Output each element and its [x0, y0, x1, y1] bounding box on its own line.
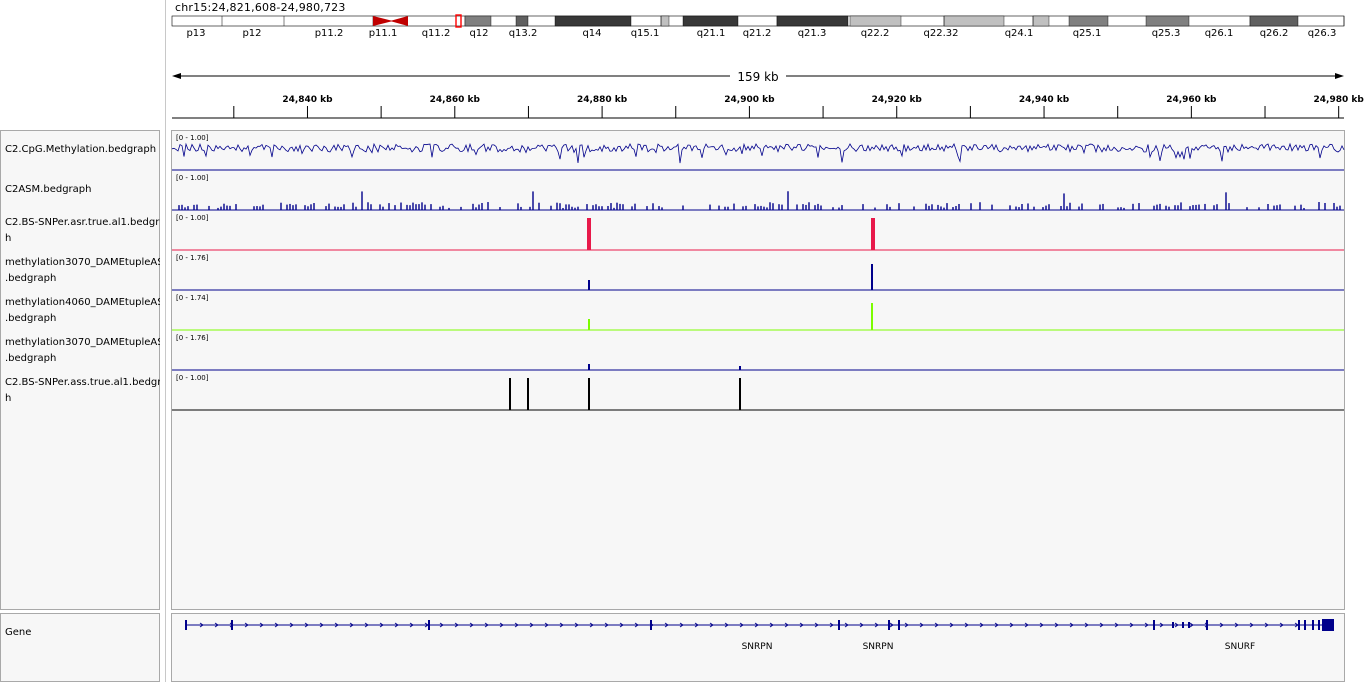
band-label: q25.3 [1152, 28, 1181, 39]
ideogram-band [660, 15, 670, 27]
gene-exon [1318, 620, 1320, 630]
span-label: 159 kb [737, 70, 778, 84]
ideogram-band [776, 15, 849, 27]
band-label: q15.1 [631, 28, 660, 39]
dame-bar [588, 364, 590, 370]
dame-bar [588, 319, 590, 330]
track-range-label: [0 - 1.00] [176, 174, 209, 182]
band-label: q22.32 [924, 28, 959, 39]
gene-label: SNURF [1225, 642, 1255, 652]
ideogram-band [849, 15, 902, 27]
data-tracks: [0 - 1.00] [0 - 1.00] [0 - 1.00] [0 - 1.76]… [171, 134, 1345, 411]
track-range-label: [0 - 1.00] [176, 374, 209, 382]
gene-exon [1304, 620, 1306, 630]
band-label: q21.3 [798, 28, 827, 39]
ideogram-band [1145, 15, 1190, 27]
ruler-tick-label: 24,960 kb [1166, 95, 1217, 105]
ideogram-band [682, 15, 739, 27]
gene-exon [1182, 622, 1184, 628]
band-label: q24.1 [1005, 28, 1034, 39]
gene-exon [650, 620, 652, 630]
track-range-label: [0 - 1.00] [176, 214, 209, 222]
band-label: q21.1 [697, 28, 726, 39]
band-label: q11.2 [422, 28, 451, 39]
band-label: q26.2 [1260, 28, 1289, 39]
span-arrow-right [1335, 73, 1344, 79]
ideogram-band [464, 15, 492, 27]
ruler-tick-label: 24,980 kb [1314, 95, 1364, 105]
band-label: q25.1 [1073, 28, 1102, 39]
band-label: q12 [469, 28, 488, 39]
gene-exon [1312, 620, 1314, 630]
gene-exon [1322, 619, 1334, 631]
band-label: q26.1 [1205, 28, 1234, 39]
span-arrow-left [172, 73, 181, 79]
ruler-tick-label: 24,920 kb [872, 95, 923, 105]
dame-bar [588, 280, 590, 290]
ruler-tick-label: 24,860 kb [430, 95, 481, 105]
ass-bar [739, 378, 741, 410]
asr-bar [587, 218, 591, 250]
gene-models: SNRPN SNRPN SNURF [185, 619, 1334, 652]
gene-exon [838, 620, 840, 630]
dame-bar [871, 303, 873, 330]
ass-bar [588, 378, 590, 410]
gene-label: SNRPN [742, 642, 773, 652]
band-label: p11.1 [369, 28, 398, 39]
band-label: q22.2 [861, 28, 890, 39]
gene-label: SNRPN [863, 642, 894, 652]
ruler: 159 kb 24,840 kb 24,860 kb 24,880 kb 24,900 … [172, 68, 1364, 119]
ideogram-band [943, 15, 1005, 27]
ideogram-band [1249, 15, 1299, 27]
ideogram-band [515, 15, 529, 27]
band-label: q21.2 [743, 28, 772, 39]
dame-bar [739, 366, 741, 370]
track-range-label: [0 - 1.76] [176, 334, 209, 342]
gene-exon [1188, 622, 1190, 628]
ruler-tick-label: 24,880 kb [577, 95, 628, 105]
gene-exon [1172, 622, 1174, 628]
band-label: p13 [186, 28, 205, 39]
track-range-label: [0 - 1.74] [176, 294, 209, 302]
track-range-label: [0 - 1.76] [176, 254, 209, 262]
ass-bar [527, 378, 529, 410]
band-label: q26.3 [1308, 28, 1337, 39]
dame-bar [871, 264, 873, 290]
gene-exon [1153, 620, 1155, 630]
chromosome-ideogram: p13 p12 p11.2 p11.1 q11.2 q12 q13.2 q14 q15.1 q21… [171, 14, 1345, 39]
genome-view: p13 p12 p11.2 p11.1 q11.2 q12 q13.2 q14 q15.1 q21… [171, 14, 1364, 652]
gene-exon [898, 620, 900, 630]
ideogram-band [1032, 15, 1050, 27]
band-label: q13.2 [509, 28, 538, 39]
band-label: p12 [242, 28, 261, 39]
ruler-tick-label: 24,900 kb [724, 95, 775, 105]
track-range-label: [0 - 1.00] [176, 134, 209, 142]
ruler-tick-label: 24,840 kb [282, 95, 333, 105]
ruler-tick-label: 24,940 kb [1019, 95, 1070, 105]
band-label: q14 [582, 28, 601, 39]
asr-bar [871, 218, 875, 250]
gene-exon [888, 620, 890, 630]
gene-exon [185, 620, 187, 630]
ideogram-band [1068, 15, 1109, 27]
ass-bar [509, 378, 511, 410]
methylation-line [171, 142, 1345, 164]
ideogram-band [554, 15, 632, 27]
band-label: p11.2 [315, 28, 344, 39]
